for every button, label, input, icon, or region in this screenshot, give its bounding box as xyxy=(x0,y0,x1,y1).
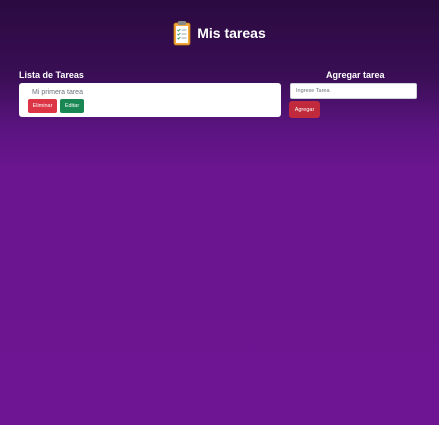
page-title: Mis tareas xyxy=(197,25,266,41)
app-header: Mis tareas xyxy=(0,20,439,46)
edit-button[interactable]: Editar xyxy=(60,99,84,113)
add-task-heading: Agregar tarea xyxy=(326,70,385,80)
clipboard-checklist-icon xyxy=(173,20,191,46)
task-text: Mi primera tarea xyxy=(32,89,83,96)
task-input[interactable] xyxy=(290,83,417,99)
task-list: Mi primera tarea Eliminar Editar xyxy=(19,83,281,117)
delete-button[interactable]: Eliminar xyxy=(28,99,57,113)
task-list-heading: Lista de Tareas xyxy=(19,70,84,80)
add-button[interactable]: Agregar xyxy=(289,101,320,118)
